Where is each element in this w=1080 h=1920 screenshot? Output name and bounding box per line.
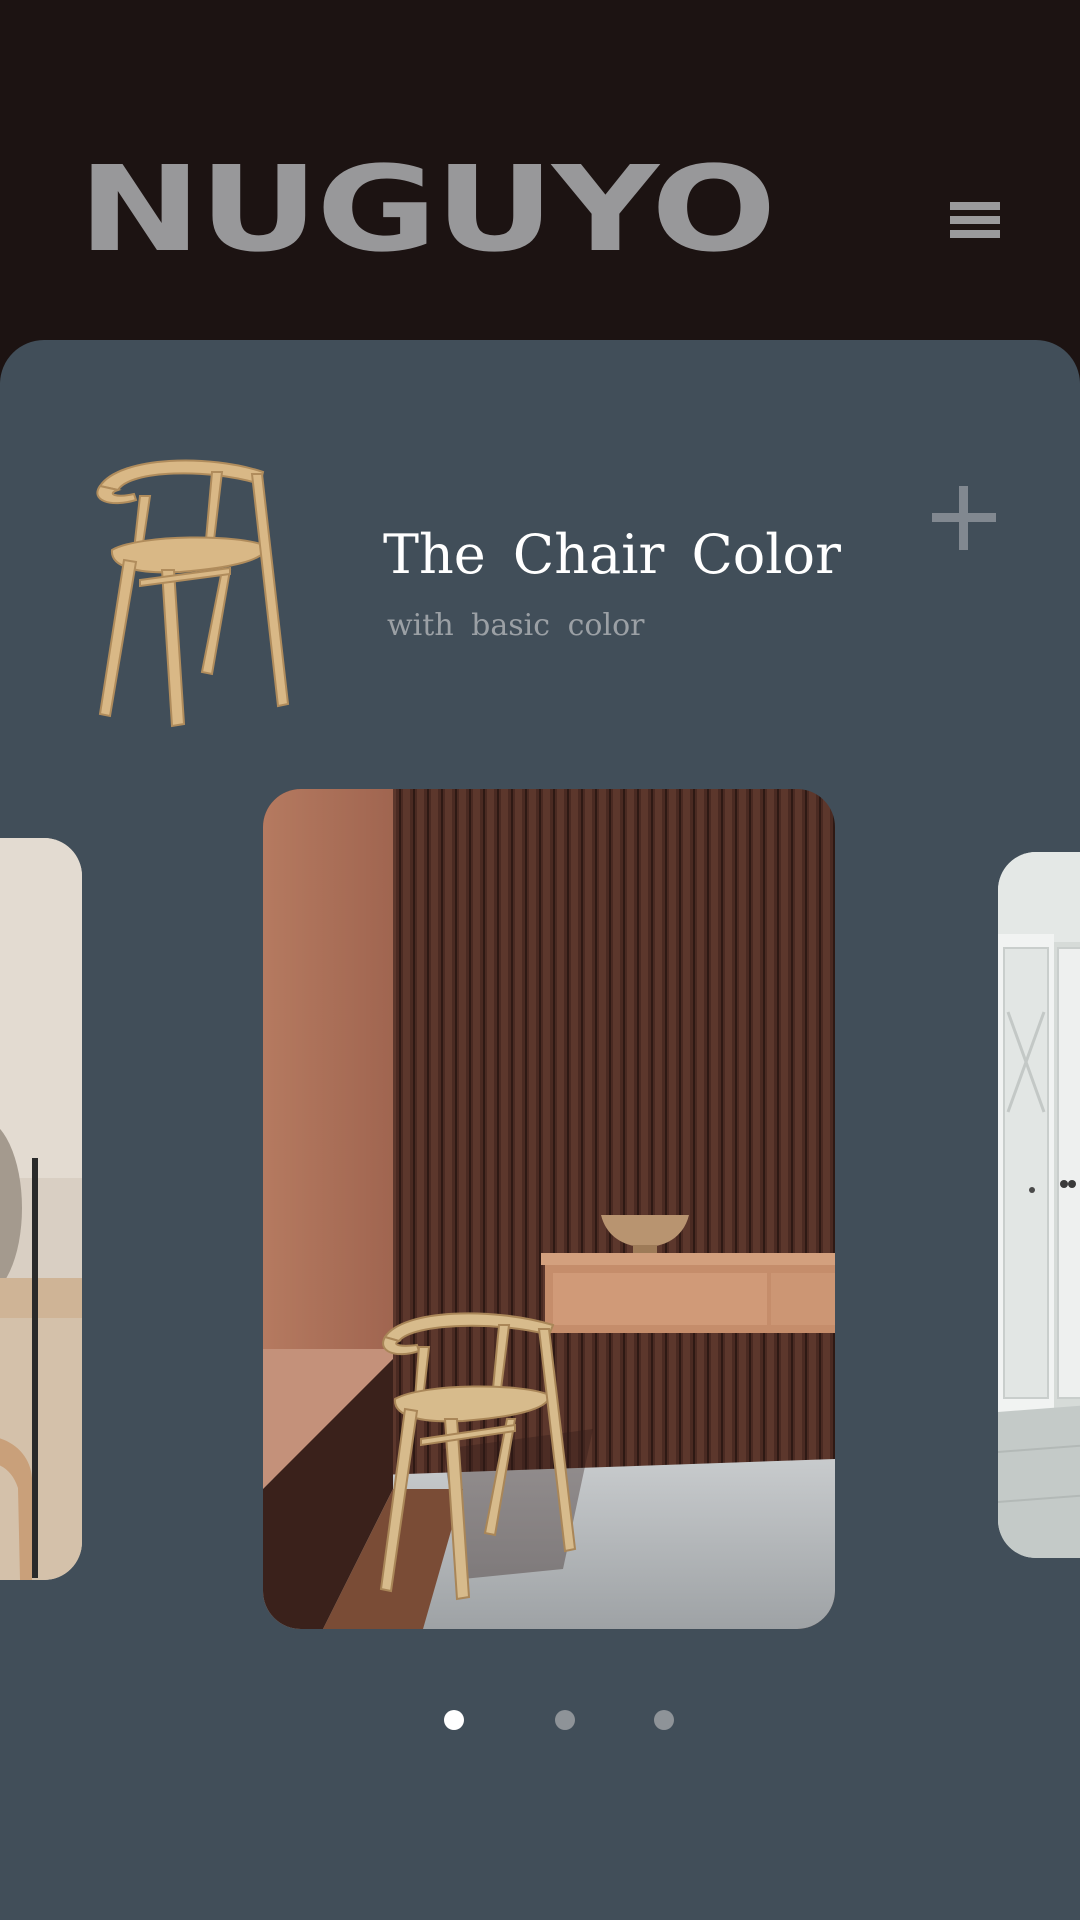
- pagination-dot-1[interactable]: [444, 1710, 464, 1730]
- top-bar: NUGUYO: [0, 0, 1080, 340]
- pagination-dot-2[interactable]: [555, 1710, 575, 1730]
- menu-line: [950, 216, 1000, 224]
- carousel-pagination: [0, 1710, 1080, 1750]
- product-panel: The Chair Color with basic color: [0, 340, 1080, 1920]
- brand-logo[interactable]: NUGUYO: [78, 150, 776, 268]
- pagination-dot-3[interactable]: [654, 1710, 674, 1730]
- hamburger-menu-icon[interactable]: [942, 198, 1008, 246]
- chair-thumbnail: [96, 459, 290, 728]
- white-door-image: [998, 852, 1080, 1558]
- menu-line: [950, 202, 1000, 210]
- product-title: The Chair Color: [383, 523, 841, 586]
- carousel-card-previous[interactable]: [0, 838, 82, 1580]
- vanity-room-image: [0, 838, 82, 1580]
- app-screen: NUGUYO The Chair Color with basic color: [0, 0, 1080, 1920]
- product-subtitle: with basic color: [387, 608, 645, 643]
- chair-room-image: [263, 789, 835, 1629]
- carousel-card-next[interactable]: [998, 852, 1080, 1558]
- plus-icon[interactable]: [928, 482, 998, 552]
- menu-line: [950, 230, 1000, 238]
- carousel-card-current[interactable]: [263, 789, 835, 1629]
